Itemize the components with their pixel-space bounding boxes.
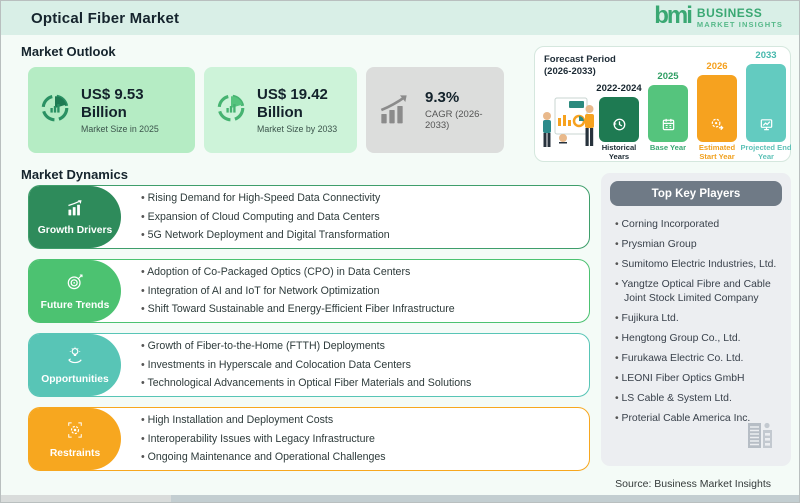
history-clock-icon xyxy=(612,117,627,137)
market-dynamics-heading: Market Dynamics xyxy=(21,167,128,182)
bullet-point: Interoperability Issues with Legacy Infr… xyxy=(141,433,579,446)
bullet-point: High Installation and Deployment Costs xyxy=(141,414,579,427)
idea-hand-icon xyxy=(65,346,85,371)
analysts-illustration xyxy=(539,94,599,157)
stat-cards: US$ 9.53Billion Market Size in 2025 US$ … xyxy=(28,67,504,153)
bar-year: 2022-2024 xyxy=(596,83,641,94)
donut-chart-icon xyxy=(38,91,72,130)
dynamics-row-restraints: Restraints High Installation and Deploym… xyxy=(28,407,590,471)
opportunities-pill: Opportunities xyxy=(29,334,121,396)
growth-trend-icon xyxy=(376,90,416,131)
key-players-list: Corning Incorporated Prysmian Group Sumi… xyxy=(601,206,791,425)
bullet-point: Adoption of Co-Packaged Optics (CPO) in … xyxy=(141,266,579,279)
bar-label: Base Year xyxy=(642,144,694,153)
bullet-point: Technological Advancements in Optical Fi… xyxy=(141,377,579,390)
bullet-point: Shift Toward Sustainable and Energy-Effi… xyxy=(141,303,579,316)
key-player-item: Fujikura Ltd. xyxy=(615,312,781,326)
bar-historical: 2022-2024 Historical Years xyxy=(599,83,639,142)
stat-value: US$ 19.42Billion xyxy=(257,86,337,121)
stat-caption: CAGR (2026-2033) xyxy=(425,109,494,131)
future-trends-pill: Future Trends xyxy=(29,260,121,322)
pill-label: Future Trends xyxy=(41,300,110,311)
dynamics-row-opportunities: Opportunities Growth of Fiber-to-the-Hom… xyxy=(28,333,590,397)
bullet-list: Adoption of Co-Packaged Optics (CPO) in … xyxy=(141,266,579,316)
top-key-players-panel: Top Key Players Corning Incorporated Pry… xyxy=(601,173,791,466)
bar-label: Projected End Year xyxy=(740,144,792,161)
forecast-period-panel: Forecast Period(2026-2033) 2022-2024 xyxy=(534,46,791,162)
bullet-point: Expansion of Cloud Computing and Data Ce… xyxy=(141,211,579,224)
stat-card-2033: US$ 19.42Billion Market Size by 2033 xyxy=(204,67,357,153)
bar-label: Historical Years xyxy=(593,144,645,161)
bar-chart-rising-icon xyxy=(65,199,85,222)
bullet-list: High Installation and Deployment Costs I… xyxy=(141,414,579,464)
pill-label: Restraints xyxy=(50,448,100,459)
logo-line1: BUSINESS xyxy=(697,7,783,19)
bar-year: 2026 xyxy=(706,61,727,72)
pill-label: Growth Drivers xyxy=(38,225,112,236)
market-outlook-heading: Market Outlook xyxy=(21,44,116,59)
key-player-item: Corning Incorporated xyxy=(615,218,781,232)
buildings-icon xyxy=(743,419,779,456)
target-icon xyxy=(65,272,85,297)
key-player-item: LEONI Fiber Optics GmbH xyxy=(615,372,781,386)
key-player-item: Sumitomo Electric Industries, Ltd. xyxy=(615,258,781,272)
donut-chart-icon xyxy=(214,91,248,130)
bmi-logo-icon: bmi xyxy=(654,4,691,28)
page-title: Optical Fiber Market xyxy=(31,10,179,27)
bullet-point: Rising Demand for High-Speed Data Connec… xyxy=(141,192,579,205)
bar-projected: 2033 Projected End Year xyxy=(746,50,786,142)
header-bar: Optical Fiber Market bmi BUSINESS MARKET… xyxy=(1,1,799,35)
forecast-bars: 2022-2024 Historical Years 2025 Base Yea… xyxy=(599,50,786,142)
logo-line2: MARKET INSIGHTS xyxy=(697,21,783,29)
key-player-item: Hengtong Group Co., Ltd. xyxy=(615,332,781,346)
estimate-gauge-icon xyxy=(710,117,725,137)
stat-value: US$ 9.53Billion xyxy=(81,86,159,121)
bar-base: 2025 Base Year xyxy=(648,71,688,142)
bullet-list: Growth of Fiber-to-the-Home (FTTH) Deplo… xyxy=(141,340,579,390)
stat-value: 9.3% xyxy=(425,89,494,106)
key-player-item: Prysmian Group xyxy=(615,238,781,252)
stat-caption: Market Size by 2033 xyxy=(257,124,337,134)
calendar-icon xyxy=(661,117,676,137)
bullet-point: Integration of AI and IoT for Network Op… xyxy=(141,285,579,298)
dynamics-row-future-trends: Future Trends Adoption of Co-Packaged Op… xyxy=(28,259,590,323)
key-player-item: Yangtze Optical Fibre and Cable Joint St… xyxy=(615,278,781,305)
dynamics-row-growth-drivers: Growth Drivers Rising Demand for High-Sp… xyxy=(28,185,590,249)
bullet-point: Investments in Hyperscale and Colocation… xyxy=(141,359,579,372)
stat-caption: Market Size in 2025 xyxy=(81,124,159,134)
gear-brackets-icon xyxy=(65,420,85,445)
stat-card-cagr: 9.3% CAGR (2026-2033) xyxy=(366,67,504,153)
bottom-accent-bar xyxy=(1,495,799,502)
projection-screen-icon xyxy=(759,117,774,137)
bar-year: 2033 xyxy=(755,50,776,61)
pill-label: Opportunities xyxy=(41,374,109,385)
stat-card-2025: US$ 9.53Billion Market Size in 2025 xyxy=(28,67,195,153)
bullet-point: Ongoing Maintenance and Operational Chal… xyxy=(141,451,579,464)
bar-year: 2025 xyxy=(657,71,678,82)
source-attribution: Source: Business Market Insights xyxy=(615,478,771,490)
growth-drivers-pill: Growth Drivers xyxy=(29,186,121,248)
key-players-title: Top Key Players xyxy=(652,188,741,200)
key-player-item: Furukawa Electric Co. Ltd. xyxy=(615,352,781,366)
restraints-pill: Restraints xyxy=(29,408,121,470)
bar-label: Estimated Start Year xyxy=(691,144,743,161)
key-players-header: Top Key Players xyxy=(610,181,782,206)
infographic-canvas: Optical Fiber Market bmi BUSINESS MARKET… xyxy=(0,0,800,503)
bar-estimated: 2026 Estimated Start Year xyxy=(697,61,737,142)
brand-logo: bmi BUSINESS MARKET INSIGHTS xyxy=(654,6,783,30)
bullet-point: 5G Network Deployment and Digital Transf… xyxy=(141,229,579,242)
key-player-item: LS Cable & System Ltd. xyxy=(615,392,781,406)
bullet-list: Rising Demand for High-Speed Data Connec… xyxy=(141,192,579,242)
bullet-point: Growth of Fiber-to-the-Home (FTTH) Deplo… xyxy=(141,340,579,353)
